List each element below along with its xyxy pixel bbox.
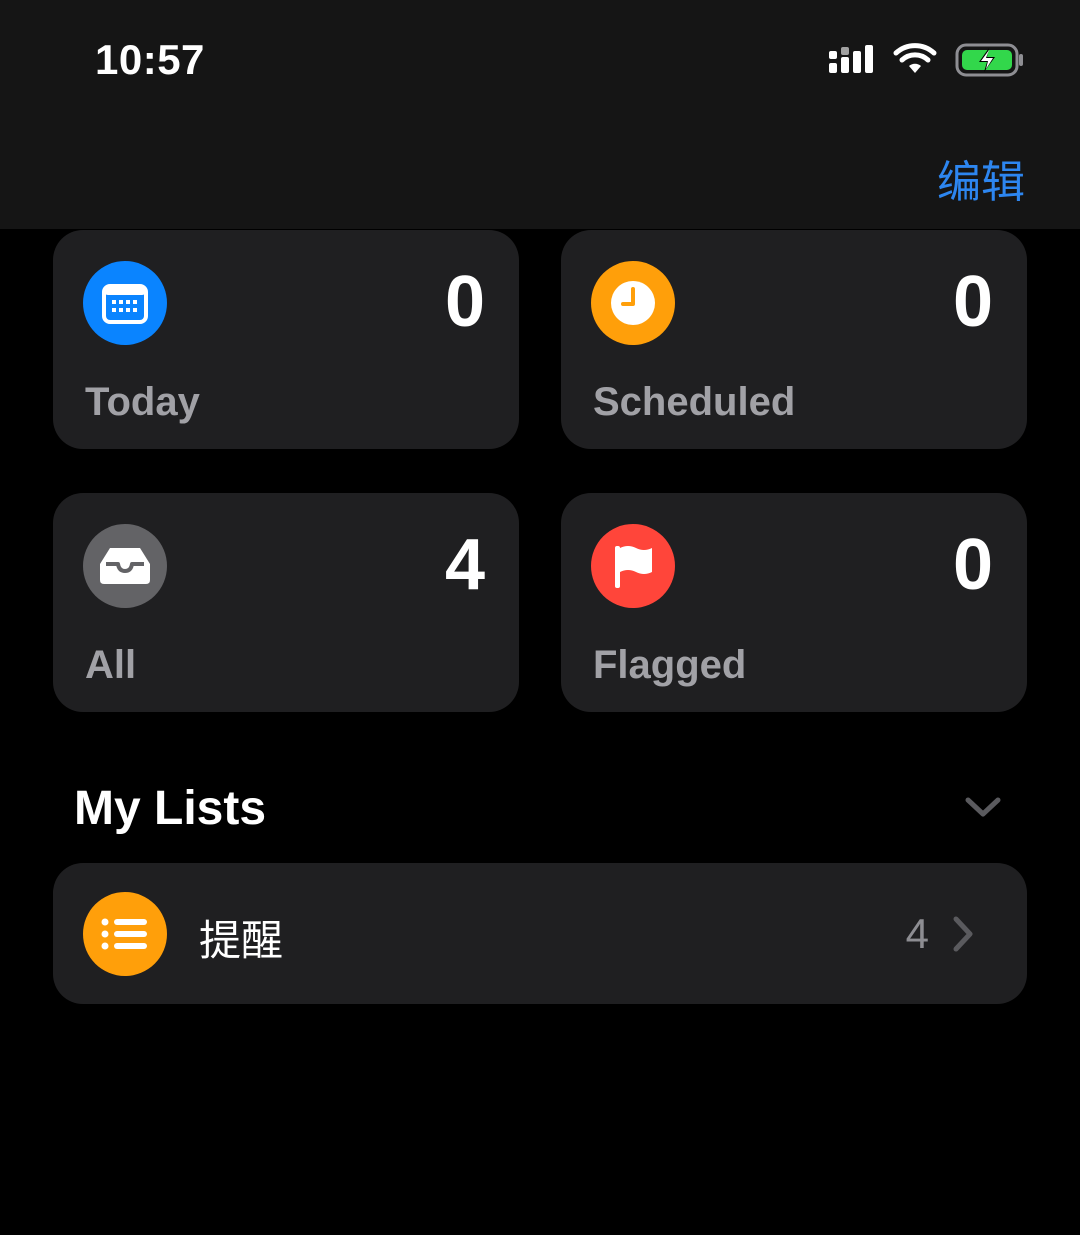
top-bar: 10:57 编辑 xyxy=(0,0,1080,229)
chevron-down-icon[interactable] xyxy=(964,795,1002,819)
list-name: 提醒 xyxy=(199,916,284,965)
calendar-icon xyxy=(83,261,167,345)
wifi-icon xyxy=(893,43,937,73)
edit-button[interactable]: 编辑 xyxy=(937,146,1025,210)
list-item-reminders[interactable]: 提醒 4 xyxy=(53,863,1027,1004)
signal-icon xyxy=(829,45,873,73)
all-label: All xyxy=(85,643,137,687)
smart-list-all[interactable]: 4 All xyxy=(53,493,519,712)
all-count: 4 xyxy=(444,525,485,605)
smart-list-scheduled[interactable]: 0 Scheduled xyxy=(561,230,1027,449)
flag-icon xyxy=(591,524,675,608)
status-time: 10:57 xyxy=(95,36,205,83)
smart-list-today[interactable]: 0 Today xyxy=(53,230,519,449)
clock-icon xyxy=(591,261,675,345)
tray-icon xyxy=(83,524,167,608)
status-icons xyxy=(829,40,1025,80)
flagged-label: Flagged xyxy=(593,643,747,687)
scheduled-label: Scheduled xyxy=(593,380,796,424)
today-count: 0 xyxy=(444,262,485,342)
list-bullet-icon xyxy=(83,892,167,976)
my-lists-title: My Lists xyxy=(74,782,267,835)
chevron-right-icon xyxy=(953,916,973,952)
list-count: 4 xyxy=(905,910,929,957)
today-label: Today xyxy=(85,380,200,424)
flagged-count: 0 xyxy=(952,525,993,605)
battery-charging-icon xyxy=(955,43,1023,77)
scheduled-count: 0 xyxy=(952,262,993,342)
smart-list-flagged[interactable]: 0 Flagged xyxy=(561,493,1027,712)
